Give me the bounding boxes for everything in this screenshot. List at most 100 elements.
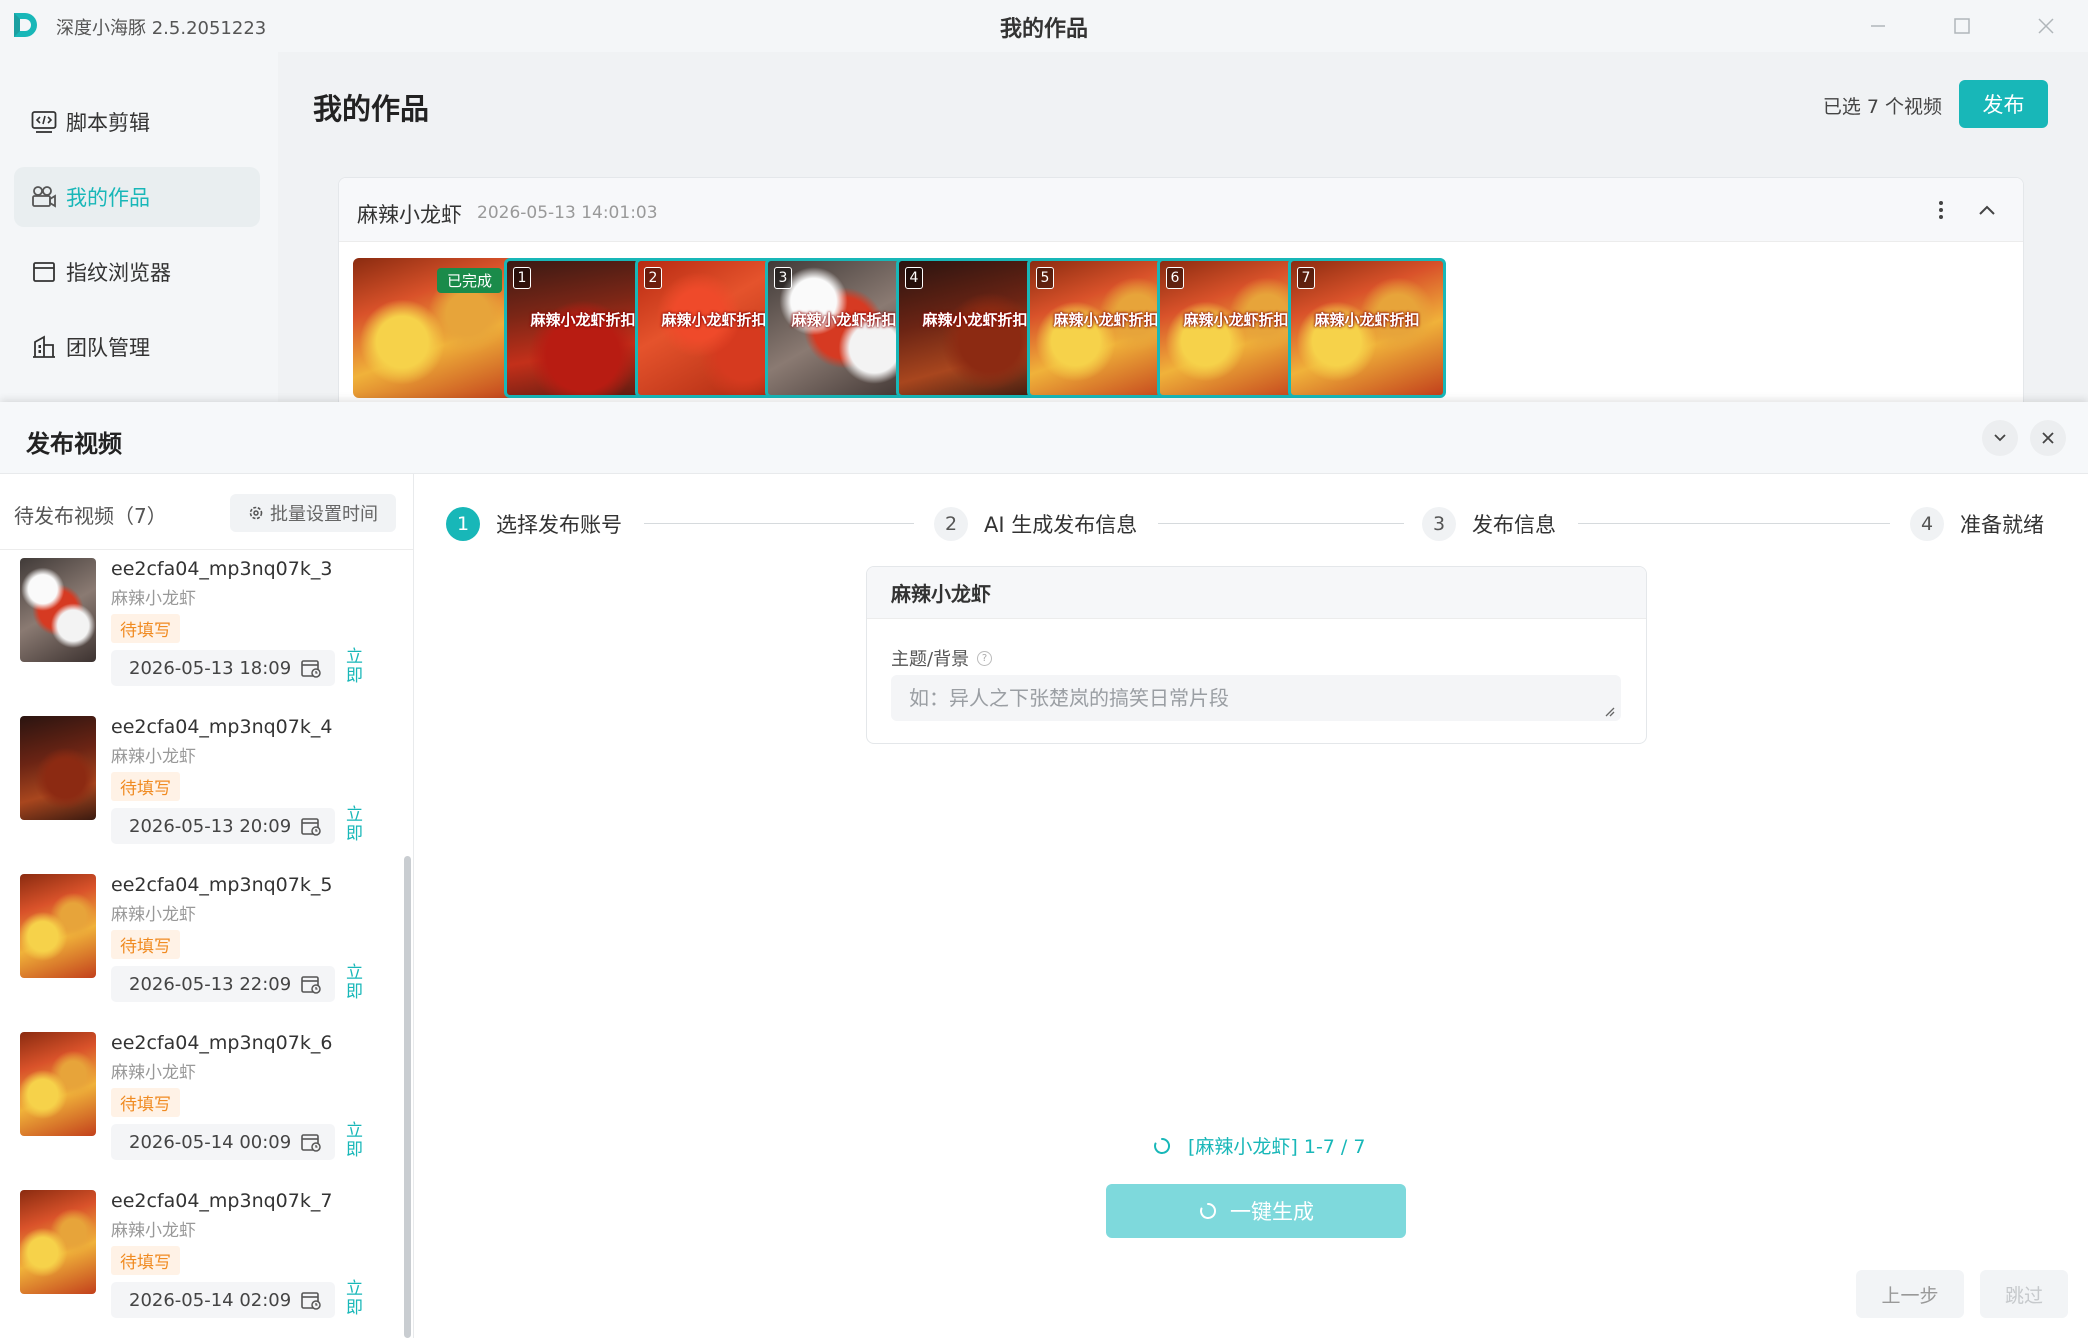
publish-date-value: 2026-05-14 02:09 [129,1289,292,1311]
step-4: 4 准备就绪 [1910,506,2044,542]
publish-date-picker[interactable]: 2026-05-14 02:09 [111,1282,335,1318]
batch-set-time-button[interactable]: 批量设置时间 [230,494,396,532]
close-window-button[interactable] [2028,10,2064,42]
video-thumbnail [20,558,96,662]
thumbnail-number: 3 [774,267,792,289]
previous-step-button[interactable]: 上一步 [1856,1270,1964,1318]
calendar-clock-icon [301,1134,321,1152]
generation-progress: [麻辣小龙虾] 1-7 / 7 [1152,1132,1365,1159]
list-item[interactable]: ee2cfa04_mp3nq07k_7 麻辣小龙虾 待填写 2026-05-14… [0,1184,404,1338]
gear-icon [249,506,263,520]
status-badge: 待填写 [111,1088,180,1117]
generate-label: 一键生成 [1230,1200,1314,1224]
step-number: 1 [446,507,480,541]
publish-now-link[interactable]: 立即 [346,1280,366,1318]
calendar-clock-icon [301,818,321,836]
project-time: 2026-05-13 14:01:03 [477,203,658,223]
step-1: 1 选择发布账号 [446,506,622,542]
minimize-button[interactable] [1860,10,1896,42]
video-project: 麻辣小龙虾 [111,1221,196,1241]
video-name: ee2cfa04_mp3nq07k_3 [111,558,333,580]
sidebar-item-team-management[interactable]: 团队管理 [14,317,260,377]
maximize-button[interactable] [1944,10,1980,42]
video-project: 麻辣小龙虾 [111,1063,196,1083]
publish-now-link[interactable]: 立即 [346,1122,366,1160]
project-card: 麻辣小龙虾 2026-05-13 14:01:03 已完成 1 麻辣小龙虾折扣 … [338,177,2024,437]
publish-panel: 发布视频 待发布视频（7） 批量设置时间 ee2cfa04_mp3nq07k_3… [0,402,2088,1338]
step-3: 3 发布信息 [1422,506,1556,542]
step-label: AI 生成发布信息 [984,513,1138,537]
step-2: 2 AI 生成发布信息 [934,506,1137,542]
step-connector [1158,523,1404,524]
publish-date-picker[interactable]: 2026-05-14 00:09 [111,1124,335,1160]
video-name: ee2cfa04_mp3nq07k_7 [111,1190,333,1212]
list-header: 待发布视频（7） 批量设置时间 [0,474,413,550]
list-item[interactable]: ee2cfa04_mp3nq07k_6 麻辣小龙虾 待填写 2026-05-14… [0,1026,404,1184]
sidebar-item-my-works[interactable]: 我的作品 [14,167,260,227]
list-item[interactable]: ee2cfa04_mp3nq07k_5 麻辣小龙虾 待填写 2026-05-13… [0,868,404,1026]
video-thumbnail-original[interactable]: 已完成 [353,258,517,398]
publish-date-value: 2026-05-13 18:09 [129,657,292,679]
video-thumbnail [20,874,96,978]
panel-close-button[interactable] [2030,420,2066,456]
more-options-button[interactable] [1929,196,1953,224]
video-name: ee2cfa04_mp3nq07k_5 [111,874,333,896]
publish-now-link[interactable]: 立即 [346,648,366,686]
progress-label: [麻辣小龙虾] 1-7 / 7 [1188,1136,1366,1158]
list-item[interactable]: ee2cfa04_mp3nq07k_4 麻辣小龙虾 待填写 2026-05-13… [0,710,404,868]
step-number: 2 [934,507,968,541]
publish-date-picker[interactable]: 2026-05-13 22:09 [111,966,335,1002]
main-content: 我的作品 已选 7 个视频 发布 麻辣小龙虾 2026-05-13 14:01:… [278,52,2088,437]
selected-count: 已选 7 个视频 [1822,96,1942,118]
video-project: 麻辣小龙虾 [111,589,196,609]
publish-date-value: 2026-05-14 00:09 [129,1131,292,1153]
step-label: 选择发布账号 [496,513,622,537]
list-item[interactable]: ee2cfa04_mp3nq07k_3 麻辣小龙虾 待填写 2026-05-13… [0,552,404,710]
collapse-button[interactable] [1973,196,2001,224]
window-title: 我的作品 [999,17,1088,42]
loading-spinner-icon [1154,1137,1171,1154]
scrollbar[interactable] [404,856,411,1338]
publish-now-link[interactable]: 立即 [346,806,366,844]
video-thumbnail [20,1190,96,1294]
publish-date-value: 2026-05-13 22:09 [129,973,292,995]
publish-date-picker[interactable]: 2026-05-13 20:09 [111,808,335,844]
calendar-clock-icon [301,1292,321,1310]
status-badge: 待填写 [111,772,180,801]
thumbnail-number: 7 [1297,267,1315,289]
close-icon [2042,432,2054,444]
chevron-up-icon [1979,205,1995,215]
publish-date-picker[interactable]: 2026-05-13 18:09 [111,650,335,686]
step-connector [644,523,914,524]
resize-grip-icon[interactable] [1603,705,1615,717]
video-project: 麻辣小龙虾 [111,905,196,925]
publish-button[interactable]: 发布 [1959,80,2048,128]
team-building-icon [30,333,58,361]
status-badge: 待填写 [111,930,180,959]
thumbnail-number: 6 [1166,267,1184,289]
sidebar-item-fingerprint-browser[interactable]: 指纹浏览器 [14,242,260,302]
skip-button[interactable]: 跳过 [1980,1270,2068,1318]
step-number: 4 [1910,507,1944,541]
panel-header: 发布视频 [0,402,2088,474]
minimize-icon [1871,25,1885,27]
video-name: ee2cfa04_mp3nq07k_6 [111,1032,333,1054]
video-name: ee2cfa04_mp3nq07k_4 [111,716,333,738]
browser-window-icon [30,258,58,286]
step-connector [1578,523,1890,524]
thumbnail-number: 1 [513,267,531,289]
project-name: 麻辣小龙虾 [357,203,462,227]
video-thumbnail [20,1032,96,1136]
topic-input[interactable] [891,675,1621,721]
video-project: 麻辣小龙虾 [111,747,196,767]
publish-now-link[interactable]: 立即 [346,964,366,1002]
thumbnail-number: 5 [1036,267,1054,289]
title-bar: 深度小海豚 2.5.2051223 我的作品 [0,0,2088,52]
one-click-generate-button[interactable]: 一键生成 [1106,1184,1406,1238]
pending-video-list: 待发布视频（7） 批量设置时间 ee2cfa04_mp3nq07k_3 麻辣小龙… [0,474,414,1338]
help-icon[interactable]: ? [977,650,993,666]
sidebar-item-script-edit[interactable]: 脚本剪辑 [14,92,260,152]
maximize-icon [1954,18,1970,34]
video-thumbnail[interactable]: 7 麻辣小龙虾折扣 [1288,258,1446,398]
panel-minimize-button[interactable] [1982,420,2018,456]
